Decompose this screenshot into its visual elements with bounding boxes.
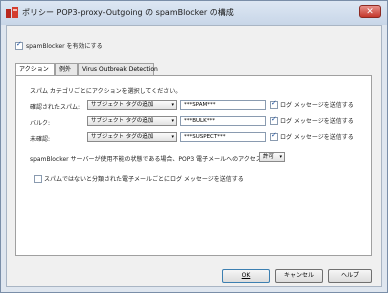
- chevron-down-icon: ▾: [279, 154, 282, 160]
- nonspam-log-row[interactable]: スパムではないと分類された電子メールごとにログ メッセージを送信する: [34, 174, 244, 183]
- chevron-down-icon: ▾: [171, 118, 174, 124]
- chevron-down-icon: ▾: [171, 102, 174, 108]
- action-select-bulk-value: サブジェクト タグの追加: [91, 118, 154, 124]
- help-button[interactable]: ヘルプ: [328, 269, 372, 283]
- window-title: ポリシー POP3-proxy-Outgoing の spamBlocker の…: [22, 8, 234, 17]
- server-unavailable-value: 許可: [263, 154, 275, 160]
- category-label-confirmed: 確認されたスパム:: [30, 104, 81, 111]
- instructions-text: スパム カテゴリごとにアクションを選択してください。: [30, 88, 182, 95]
- title-bar[interactable]: ポリシー POP3-proxy-Outgoing の spamBlocker の…: [1, 1, 387, 25]
- enable-spamblocker-row[interactable]: spamBlocker を有効にする: [15, 40, 103, 50]
- log-checkbox-bulk[interactable]: [270, 115, 278, 125]
- firebox-app-icon: [6, 7, 18, 18]
- tag-field-bulk[interactable]: ***BULK***: [180, 116, 266, 126]
- nonspam-log-label: スパムではないと分類された電子メールごとにログ メッセージを送信する: [44, 176, 244, 183]
- enable-spamblocker-checkbox[interactable]: [15, 40, 23, 50]
- chevron-down-icon: ▾: [171, 134, 174, 140]
- ok-button-label: OK: [241, 272, 251, 279]
- log-row-suspect[interactable]: ログ メッセージを送信する: [270, 131, 354, 141]
- log-row-confirmed[interactable]: ログ メッセージを送信する: [270, 99, 354, 109]
- log-row-bulk[interactable]: ログ メッセージを送信する: [270, 115, 354, 125]
- log-label-confirmed: ログ メッセージを送信する: [280, 102, 354, 109]
- category-label-bulk: バルク:: [30, 120, 51, 127]
- enable-spamblocker-label: spamBlocker を有効にする: [26, 43, 103, 50]
- action-select-suspect-value: サブジェクト タグの追加: [91, 134, 154, 140]
- ok-button[interactable]: OK: [222, 269, 270, 283]
- log-label-suspect: ログ メッセージを送信する: [280, 134, 354, 141]
- category-label-suspect: 未確認:: [30, 136, 51, 143]
- log-checkbox-confirmed[interactable]: [270, 99, 278, 109]
- tag-field-suspect[interactable]: ***SUSPECT***: [180, 132, 266, 142]
- tab-virus-outbreak-detection[interactable]: Virus Outbreak Detection: [78, 63, 158, 75]
- action-select-suspect[interactable]: サブジェクト タグの追加 ▾: [87, 132, 177, 142]
- close-button[interactable]: ✕: [359, 5, 381, 18]
- nonspam-log-checkbox[interactable]: [34, 174, 42, 183]
- log-checkbox-suspect[interactable]: [270, 131, 278, 141]
- server-unavailable-select[interactable]: 許可 ▾: [259, 152, 285, 162]
- server-unavailable-label: spamBlocker サーバーが使用不能の状態である場合、POP3 電子メール…: [30, 156, 268, 163]
- tag-field-confirmed[interactable]: ***SPAM***: [180, 100, 266, 110]
- action-select-bulk[interactable]: サブジェクト タグの追加 ▾: [87, 116, 177, 126]
- log-label-bulk: ログ メッセージを送信する: [280, 118, 354, 125]
- cancel-button[interactable]: キャンセル: [275, 269, 323, 283]
- action-select-confirmed-value: サブジェクト タグの追加: [91, 102, 154, 108]
- tab-exceptions[interactable]: 例外: [55, 63, 78, 75]
- action-select-confirmed[interactable]: サブジェクト タグの追加 ▾: [87, 100, 177, 110]
